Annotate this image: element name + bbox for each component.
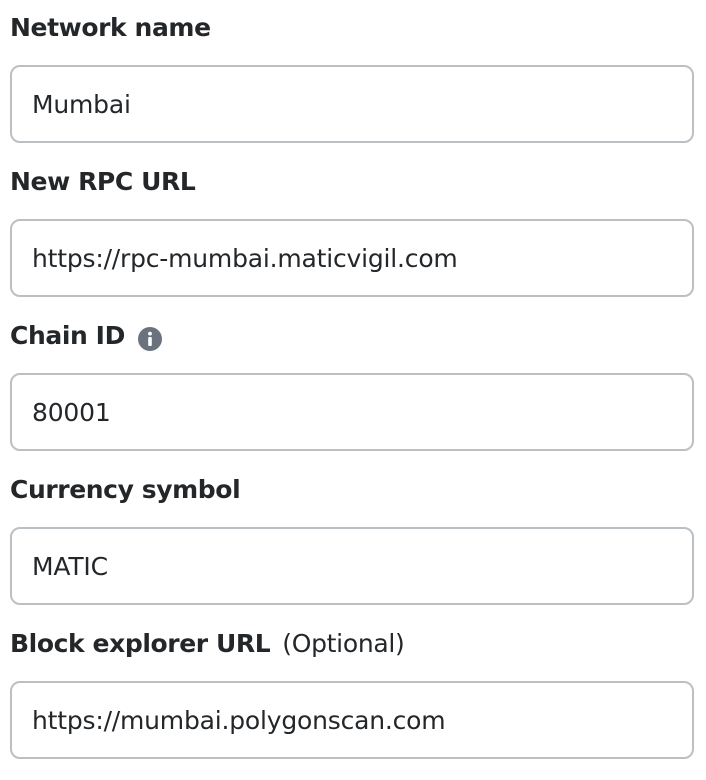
block-explorer-input-box[interactable]: [10, 681, 694, 759]
chain-id-input[interactable]: [32, 375, 672, 449]
currency-symbol-label-row: Currency symbol: [10, 472, 241, 506]
network-name-label-row: Network name: [10, 10, 211, 44]
chain-id-label: Chain ID: [10, 320, 125, 350]
network-name-label: Network name: [10, 12, 211, 42]
info-icon[interactable]: [137, 327, 162, 351]
chain-id-field: Chain ID: [10, 308, 694, 462]
currency-symbol-input[interactable]: [32, 529, 672, 603]
optional-hint: (Optional): [282, 628, 405, 658]
network-name-input[interactable]: [32, 67, 672, 141]
chain-id-input-box[interactable]: [10, 373, 694, 451]
rpc-url-input-box[interactable]: [10, 219, 694, 297]
block-explorer-label-row: Block explorer URL (Optional): [10, 626, 405, 660]
currency-symbol-field: Currency symbol: [10, 462, 694, 616]
rpc-url-label-row: New RPC URL: [10, 164, 196, 198]
block-explorer-field: Block explorer URL (Optional): [10, 616, 694, 770]
network-name-field: Network name: [10, 0, 694, 154]
network-form: Network name New RPC URL Chain ID: [10, 0, 694, 770]
chain-id-label-row: Chain ID: [10, 318, 162, 352]
currency-symbol-label: Currency symbol: [10, 474, 241, 504]
block-explorer-input[interactable]: [32, 683, 672, 757]
block-explorer-label: Block explorer URL: [10, 628, 271, 658]
rpc-url-field: New RPC URL: [10, 154, 694, 308]
rpc-url-label: New RPC URL: [10, 166, 196, 196]
rpc-url-input[interactable]: [32, 221, 672, 295]
network-name-input-box[interactable]: [10, 65, 694, 143]
currency-symbol-input-box[interactable]: [10, 527, 694, 605]
